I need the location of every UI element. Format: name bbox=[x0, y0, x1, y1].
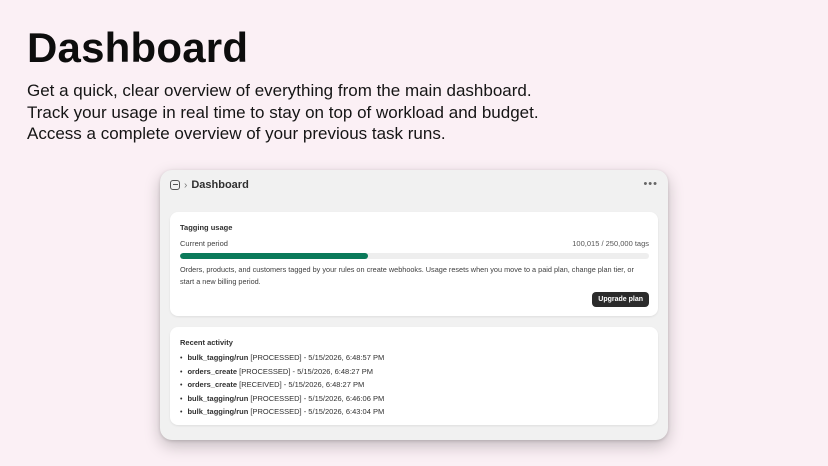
bullet-icon: • bbox=[180, 355, 183, 362]
tagging-usage-card: Tagging usage Current period 100,015 / 2… bbox=[170, 212, 658, 316]
recent-activity-card: Recent activity • bulk_tagging/run [PROCE… bbox=[170, 327, 658, 425]
activity-detail: [PROCESSED] - 5/15/2026, 6:48:27 PM bbox=[237, 366, 373, 376]
activity-list: • bulk_tagging/run [PROCESSED] - 5/15/202… bbox=[180, 351, 384, 419]
bullet-icon: • bbox=[180, 368, 183, 376]
hero-line: Access a complete overview of your previ… bbox=[27, 124, 446, 143]
period-label: Current period bbox=[180, 239, 228, 248]
activity-detail: [PROCESSED] - 5/15/2026, 6:43:04 PM bbox=[248, 407, 385, 416]
card-title: Recent activity bbox=[180, 338, 233, 347]
usage-progress-fill bbox=[180, 253, 368, 259]
upgrade-plan-button[interactable]: Upgrade plan bbox=[592, 292, 649, 307]
list-item: • bulk_tagging/run [PROCESSED] - 5/15/202… bbox=[180, 405, 384, 419]
app-window: › Dashboard ••• Tagging usage Current pe… bbox=[160, 170, 668, 440]
hero-line: Get a quick, clear overview of everythin… bbox=[27, 81, 532, 100]
window-header: › Dashboard ••• bbox=[160, 170, 668, 200]
more-icon[interactable]: ••• bbox=[643, 178, 658, 190]
chevron-right-icon: › bbox=[184, 179, 188, 191]
usage-count: 100,015 / 250,000 tags bbox=[572, 239, 649, 248]
bullet-icon: • bbox=[180, 395, 183, 403]
activity-name: orders_create bbox=[187, 380, 238, 389]
usage-progress-bar bbox=[180, 253, 649, 259]
card-title: Tagging usage bbox=[180, 223, 233, 232]
bullet-icon: • bbox=[180, 382, 183, 389]
activity-detail: [PROCESSED] - 5/15/2026, 6:48:57 PM bbox=[248, 353, 385, 362]
activity-detail: [RECEIVED] - 5/15/2026, 6:48:27 PM bbox=[237, 380, 365, 389]
list-item: • bulk_tagging/run [PROCESSED] - 5/15/202… bbox=[180, 351, 384, 365]
hero-description: Get a quick, clear overview of everythin… bbox=[27, 80, 539, 145]
activity-name: bulk_tagging/run bbox=[187, 393, 249, 403]
page-title: Dashboard bbox=[191, 179, 249, 191]
activity-name: orders_create bbox=[187, 366, 238, 376]
list-item: • orders_create [RECEIVED] - 5/15/2026, 6… bbox=[180, 378, 384, 392]
list-item: • bulk_tagging/run [PROCESSED] - 5/15/202… bbox=[180, 392, 384, 406]
activity-name: bulk_tagging/run bbox=[187, 407, 249, 416]
hero-title: Dashboard bbox=[27, 24, 249, 71]
app-icon[interactable] bbox=[170, 180, 180, 190]
list-item: • orders_create [PROCESSED] - 5/15/2026, … bbox=[180, 365, 384, 379]
activity-detail: [PROCESSED] - 5/15/2026, 6:46:06 PM bbox=[248, 393, 385, 403]
bullet-icon: • bbox=[180, 409, 183, 416]
usage-description: Orders, products, and customers tagged b… bbox=[180, 265, 634, 286]
activity-name: bulk_tagging/run bbox=[187, 353, 249, 362]
hero-line: Track your usage in real time to stay on… bbox=[27, 102, 539, 122]
